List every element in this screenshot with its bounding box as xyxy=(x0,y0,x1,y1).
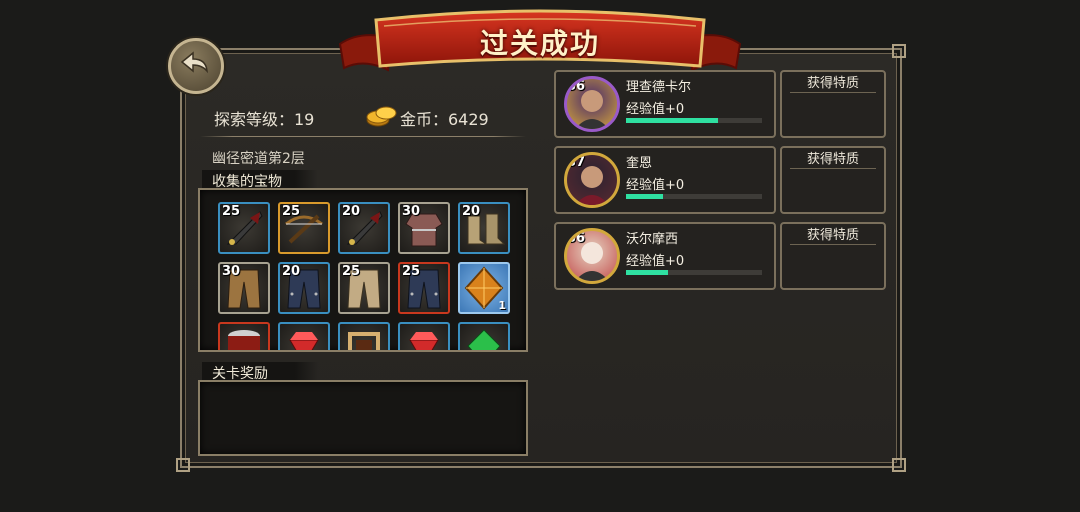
treasure-slot[interactable]: 25 xyxy=(398,262,450,314)
exp-bar-fill xyxy=(626,118,719,123)
trait-title: 获得特质 xyxy=(806,152,859,167)
back-button[interactable] xyxy=(168,38,224,94)
trait-card[interactable]: 获得特质 xyxy=(780,222,886,290)
hero-level: 37 xyxy=(567,155,586,170)
treasure-slot[interactable] xyxy=(458,322,510,350)
trait-card[interactable]: 获得特质 xyxy=(780,70,886,138)
hero-level: 36 xyxy=(567,79,586,94)
treasure-slot[interactable] xyxy=(278,322,330,350)
item-level: 20 xyxy=(342,204,361,219)
red-drum-icon xyxy=(228,330,260,350)
ruby-icon xyxy=(289,332,319,350)
trait-divider xyxy=(790,92,876,93)
emerald-icon xyxy=(467,329,501,350)
hero-name: 理查德卡尔 xyxy=(626,80,692,95)
gold-amount: 金币：6429 xyxy=(400,110,489,129)
hero-card[interactable]: 36 沃尔摩西经验值+0 xyxy=(554,222,776,290)
exp-bar-fill xyxy=(626,194,663,199)
item-level: 25 xyxy=(342,264,361,279)
banner-title: 过关成功 xyxy=(479,27,600,60)
exp-bar-fill xyxy=(626,270,669,275)
item-level: 30 xyxy=(402,204,421,219)
treasure-grid[interactable]: 25 25 20 30 20 30 20 25 25 1 xyxy=(200,190,526,350)
treasure-slot[interactable] xyxy=(398,322,450,350)
hero-portrait: 36 xyxy=(564,76,620,132)
trait-divider xyxy=(790,244,876,245)
frame-icon xyxy=(348,332,380,350)
hero-exp: 经验值+0 xyxy=(626,178,685,193)
ruby-icon xyxy=(409,332,439,350)
treasure-slot[interactable]: 30 xyxy=(398,202,450,254)
item-level: 20 xyxy=(462,204,481,219)
stage-name: 幽径密道第2层 xyxy=(212,151,305,167)
trait-card[interactable]: 获得特质 xyxy=(780,146,886,214)
exp-bar xyxy=(626,118,762,123)
back-arrow-icon xyxy=(180,51,208,74)
treasure-slot[interactable] xyxy=(218,322,270,350)
trait-title: 获得特质 xyxy=(806,228,859,243)
item-level: 20 xyxy=(282,264,301,279)
exp-bar xyxy=(626,194,762,199)
treasure-slot[interactable]: 25 xyxy=(278,202,330,254)
hero-level: 36 xyxy=(567,231,586,246)
explore-level: 探索等级：19 xyxy=(214,110,315,129)
panel-corner xyxy=(892,44,906,58)
hero-portrait: 36 xyxy=(564,228,620,284)
reward-box xyxy=(198,380,528,456)
hero-exp: 经验值+0 xyxy=(626,102,685,117)
treasure-slot[interactable]: 20 xyxy=(278,262,330,314)
treasure-slot[interactable]: 20 xyxy=(338,202,390,254)
divider xyxy=(200,136,526,137)
item-level: 25 xyxy=(222,204,241,219)
gold-coins-icon xyxy=(366,104,398,132)
hero-card[interactable]: 37 奎恩经验值+0 xyxy=(554,146,776,214)
item-level: 25 xyxy=(282,204,301,219)
treasure-slot[interactable]: 20 xyxy=(458,202,510,254)
treasure-slot[interactable]: 25 xyxy=(338,262,390,314)
panel-corner xyxy=(892,458,906,472)
hero-name: 沃尔摩西 xyxy=(626,232,679,247)
hero-name: 奎恩 xyxy=(626,156,653,171)
trait-divider xyxy=(790,168,876,169)
trait-title: 获得特质 xyxy=(806,76,859,91)
item-count: 1 xyxy=(498,299,506,312)
exp-bar xyxy=(626,270,762,275)
treasure-slot[interactable]: 25 xyxy=(218,202,270,254)
treasure-slot[interactable] xyxy=(338,322,390,350)
treasure-slot[interactable]: 1 xyxy=(458,262,510,314)
panel-corner xyxy=(176,458,190,472)
hero-portrait: 37 xyxy=(564,152,620,208)
hero-card[interactable]: 36 理查德卡尔经验值+0 xyxy=(554,70,776,138)
hero-exp: 经验值+0 xyxy=(626,254,685,269)
item-level: 30 xyxy=(222,264,241,279)
treasure-slot[interactable]: 30 xyxy=(218,262,270,314)
item-level: 25 xyxy=(402,264,421,279)
